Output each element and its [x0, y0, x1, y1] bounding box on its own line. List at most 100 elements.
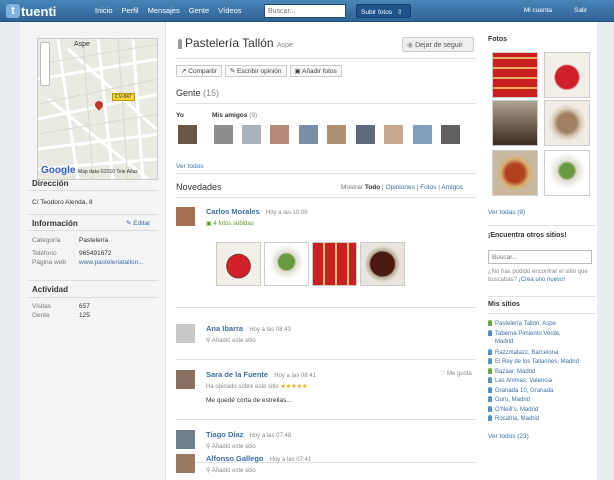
gallery-photo[interactable]: [544, 52, 590, 98]
filter-friends[interactable]: Amigos: [441, 184, 463, 191]
photo-icon: ▣: [294, 68, 303, 75]
photos-heading: Fotos: [488, 36, 508, 43]
user-name[interactable]: Carlos Morales: [206, 207, 260, 216]
unfollow-button[interactable]: ◉ Dejar de seguir: [402, 37, 474, 52]
write-review-button[interactable]: ✎ Escribir opinión: [224, 65, 287, 77]
user-name[interactable]: Alfonso Gallego: [206, 454, 264, 463]
feed-user-line: Sara de la Fuente Hoy a las 08:41: [206, 370, 316, 379]
see-all-photos-link[interactable]: Ver todas (9): [488, 209, 525, 216]
places-search-input[interactable]: [488, 250, 592, 264]
activity-value: 125: [79, 312, 90, 319]
feed-photo[interactable]: [360, 242, 405, 286]
nav-mensajes[interactable]: Mensajes: [148, 6, 180, 15]
friend-avatar[interactable]: [270, 125, 289, 144]
friend-avatar[interactable]: [327, 125, 346, 144]
see-all-places-link[interactable]: Ver todos (23): [488, 433, 529, 440]
tuenti-logo[interactable]: t tuenti: [6, 3, 56, 19]
my-place-link[interactable]: El Rey de los Tallarines, Madrid: [488, 358, 579, 365]
my-avatar[interactable]: [178, 125, 197, 144]
feed-photo[interactable]: [312, 242, 357, 286]
my-place-link[interactable]: Razzmatazz, Barcelona: [488, 349, 558, 356]
my-place-link[interactable]: O'Neill's, Madrid: [488, 406, 538, 413]
nav-perfil[interactable]: Perfil: [122, 6, 139, 15]
my-place-link[interactable]: Pastelería Tallón, Aspe: [488, 320, 556, 327]
user-avatar[interactable]: [176, 454, 195, 473]
edit-info-button[interactable]: ✎ Editar: [126, 219, 150, 227]
my-account-link[interactable]: Mi cuenta: [524, 7, 552, 14]
my-place-link[interactable]: Guru, Madrid: [488, 396, 530, 403]
gallery-photo[interactable]: [544, 150, 590, 196]
my-place-link[interactable]: Las Animas, Valencia: [488, 377, 552, 384]
my-place-link-continued[interactable]: Madrid: [495, 339, 513, 345]
my-place-link[interactable]: Taberna Pimiento Verde,: [488, 330, 561, 337]
divider: [488, 313, 596, 314]
friend-avatar[interactable]: [214, 125, 233, 144]
friend-avatar[interactable]: [384, 125, 403, 144]
blue-pin-icon: [488, 396, 492, 402]
activity-key: Gente: [32, 312, 50, 319]
location-map[interactable]: Aspe CV-847 Google Map data ©2010 Tele A…: [37, 38, 158, 180]
timestamp: Hoy a las 10:08: [265, 210, 308, 216]
edit-label: Editar: [133, 220, 151, 227]
nav-inicio[interactable]: Inicio: [95, 6, 113, 15]
user-avatar[interactable]: [176, 430, 195, 449]
create-place-link[interactable]: ¡Crea uno nuevo!: [519, 277, 565, 283]
like-button[interactable]: ♡ Me gusta: [440, 370, 472, 377]
friend-avatar[interactable]: [413, 125, 432, 144]
write-review-label: Escribir opinión: [237, 68, 282, 75]
my-place-link[interactable]: Bazaar, Madrid: [488, 368, 535, 375]
place-pin-icon: [178, 39, 182, 49]
info-row-category: Categoría Pastelería: [32, 237, 108, 244]
user-avatar[interactable]: [176, 207, 195, 226]
logo-square-icon: t: [6, 4, 20, 18]
top-search-input[interactable]: [264, 4, 346, 18]
place-city: Aspe: [276, 42, 293, 49]
logout-link[interactable]: Salir: [574, 7, 587, 14]
map-zoom-control[interactable]: [40, 42, 50, 86]
divider: [28, 297, 158, 298]
activity-heading: Actividad: [32, 285, 69, 294]
upload-photos-button[interactable]: Subir fotos ⇧: [356, 4, 411, 18]
blue-pin-icon: [488, 406, 492, 412]
friend-avatar[interactable]: [299, 125, 318, 144]
feed-photo[interactable]: [264, 242, 309, 286]
unfollow-label: Dejar de seguir: [415, 42, 463, 49]
user-avatar[interactable]: [176, 370, 195, 389]
gallery-photo[interactable]: [544, 100, 590, 146]
share-button[interactable]: ↗ Compartir: [176, 65, 222, 77]
google-logo[interactable]: Google: [41, 165, 75, 176]
website-link[interactable]: www.pasteleriatallon...: [79, 259, 144, 266]
friend-avatar[interactable]: [441, 125, 460, 144]
place-label: Granada 10, Granada: [495, 388, 554, 394]
nav-gente[interactable]: Gente: [189, 6, 209, 15]
user-name[interactable]: Sara de la Fuente: [206, 370, 268, 379]
friend-avatar[interactable]: [242, 125, 261, 144]
user-name[interactable]: Ana Ibarra: [206, 324, 243, 333]
filter-photos[interactable]: Fotos: [420, 184, 436, 191]
divider: [176, 359, 476, 360]
my-place-link[interactable]: Granada 10, Granada: [488, 387, 553, 394]
gallery-photo[interactable]: [492, 150, 538, 196]
timestamp: Hoy a las 07:48: [249, 433, 292, 439]
timestamp: Hoy a las 08:43: [249, 327, 291, 333]
blue-pin-icon: [488, 377, 492, 383]
gallery-photo[interactable]: [492, 52, 538, 98]
friend-avatar[interactable]: [356, 125, 375, 144]
top-bar: t tuenti Inicio Perfil Mensajes Gente Ví…: [0, 0, 614, 22]
feed-action: ⚲ Añadió este sitio: [206, 443, 256, 450]
create-place-note: ¿No has podido encontrar el sitio que bu…: [488, 268, 594, 284]
my-place-link[interactable]: Rocafria, Madrid: [488, 415, 539, 422]
nav-videos[interactable]: Vídeos: [218, 6, 241, 15]
divider: [28, 190, 158, 191]
review-comment: Me quedé corta de estrellas...: [206, 397, 292, 404]
feed-photo[interactable]: [216, 242, 261, 286]
user-avatar[interactable]: [176, 324, 195, 343]
news-filters: Mostrar Todo | Opiniones | Fotos | Amigo…: [341, 184, 464, 191]
add-photos-button[interactable]: ▣ Añadir fotos: [289, 65, 342, 77]
see-all-people-link[interactable]: Ver todos: [176, 163, 203, 170]
filter-all[interactable]: Todo: [365, 184, 380, 191]
gallery-photo[interactable]: [492, 100, 538, 146]
filter-reviews[interactable]: Opiniones: [386, 184, 415, 191]
divider: [176, 419, 476, 420]
user-name[interactable]: Tiago Díaz: [206, 430, 243, 439]
